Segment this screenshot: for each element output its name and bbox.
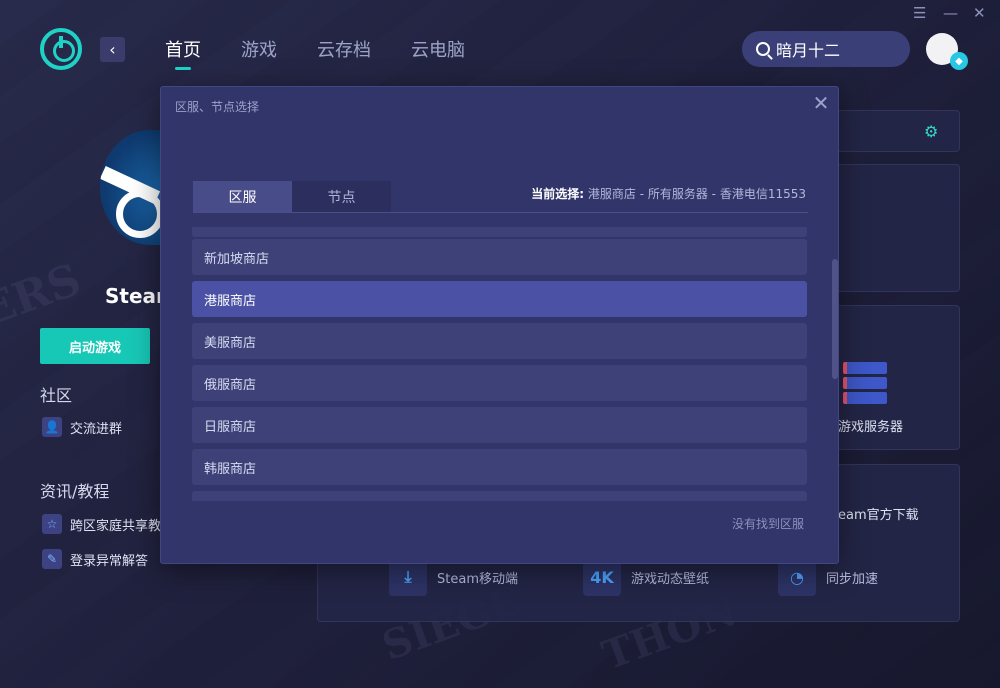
current-selection-value: 港服商店 - 所有服务器 - 香港电信11553 bbox=[587, 187, 806, 201]
info-link-login-help[interactable]: ✎ 登录异常解答 bbox=[42, 549, 148, 569]
info-link-label: 登录异常解答 bbox=[70, 553, 149, 569]
tool-label: Steam移动端 bbox=[437, 571, 518, 587]
nav-home[interactable]: 首页 bbox=[165, 36, 201, 70]
modal-tabs: 区服 节点 bbox=[193, 181, 391, 213]
server-label: 游戏服务器 bbox=[838, 420, 904, 435]
search-value: 暗月十二 bbox=[776, 41, 841, 60]
modal-close-icon[interactable]: ✕ bbox=[810, 91, 832, 115]
region-node-modal: 区服、节点选择 ✕ 区服 节点 当前选择: 港服商店 - 所有服务器 - 香港电… bbox=[160, 86, 839, 564]
app-logo bbox=[40, 28, 82, 70]
search-icon bbox=[756, 42, 770, 56]
nav-cloud-pc[interactable]: 云电脑 bbox=[411, 36, 465, 62]
close-icon[interactable]: ✕ bbox=[973, 4, 986, 22]
list-item[interactable]: 港服商店 bbox=[192, 281, 807, 317]
info-title: 资讯/教程 bbox=[40, 482, 110, 501]
launch-game-button[interactable]: 启动游戏 bbox=[40, 328, 150, 364]
tab-node[interactable]: 节点 bbox=[292, 181, 391, 213]
region-list: 新加坡商店 港服商店 美服商店 俄服商店 日服商店 韩服商店 bbox=[192, 227, 808, 501]
server-icon bbox=[843, 362, 887, 406]
user-icon: 👤 bbox=[42, 417, 62, 437]
list-item[interactable]: 俄服商店 bbox=[192, 365, 807, 401]
main-nav: 首页 游戏 云存档 云电脑 bbox=[165, 36, 465, 70]
minimize-icon[interactable]: — bbox=[943, 4, 958, 22]
list-item[interactable]: 新加坡商店 bbox=[192, 239, 807, 275]
menu-icon[interactable]: ☰ bbox=[913, 4, 926, 22]
current-selection-label: 当前选择: bbox=[531, 187, 585, 201]
wrench-icon: ✎ bbox=[42, 549, 62, 569]
nav-games[interactable]: 游戏 bbox=[241, 36, 277, 62]
info-link-label: 跨区家庭共享教 bbox=[70, 518, 162, 534]
tab-region[interactable]: 区服 bbox=[193, 181, 292, 213]
vip-diamond-icon: ◆ bbox=[950, 52, 968, 70]
community-title: 社区 bbox=[40, 386, 73, 405]
list-item[interactable]: 韩服商店 bbox=[192, 449, 807, 485]
list-scrollbar[interactable] bbox=[832, 259, 838, 379]
info-link-family-share[interactable]: ☆ 跨区家庭共享教 bbox=[42, 514, 161, 534]
back-button[interactable]: ‹ bbox=[100, 37, 125, 62]
tabs-divider bbox=[193, 212, 808, 213]
list-item[interactable]: 日服商店 bbox=[192, 407, 807, 443]
modal-title: 区服、节点选择 bbox=[175, 100, 260, 114]
list-item[interactable] bbox=[192, 227, 807, 237]
list-item[interactable]: 美服商店 bbox=[192, 323, 807, 359]
not-found-link[interactable]: 没有找到区服 bbox=[732, 515, 804, 532]
tool-label: 同步加速 bbox=[826, 571, 879, 587]
search-input[interactable]: 暗月十二 bbox=[742, 31, 910, 67]
chevron-left-icon: ‹ bbox=[109, 40, 116, 59]
star-icon: ☆ bbox=[42, 514, 62, 534]
list-item[interactable] bbox=[192, 491, 807, 501]
tool-label: 游戏动态壁纸 bbox=[631, 571, 710, 587]
community-link-label: 交流进群 bbox=[70, 421, 123, 437]
nav-cloud-save[interactable]: 云存档 bbox=[317, 36, 371, 62]
steam-download-label[interactable]: eam官方下载 bbox=[838, 504, 919, 523]
current-selection: 当前选择: 港服商店 - 所有服务器 - 香港电信11553 bbox=[531, 185, 806, 202]
filter-settings-icon[interactable]: ⚙ bbox=[924, 122, 938, 141]
community-link[interactable]: 👤 交流进群 bbox=[42, 417, 122, 437]
